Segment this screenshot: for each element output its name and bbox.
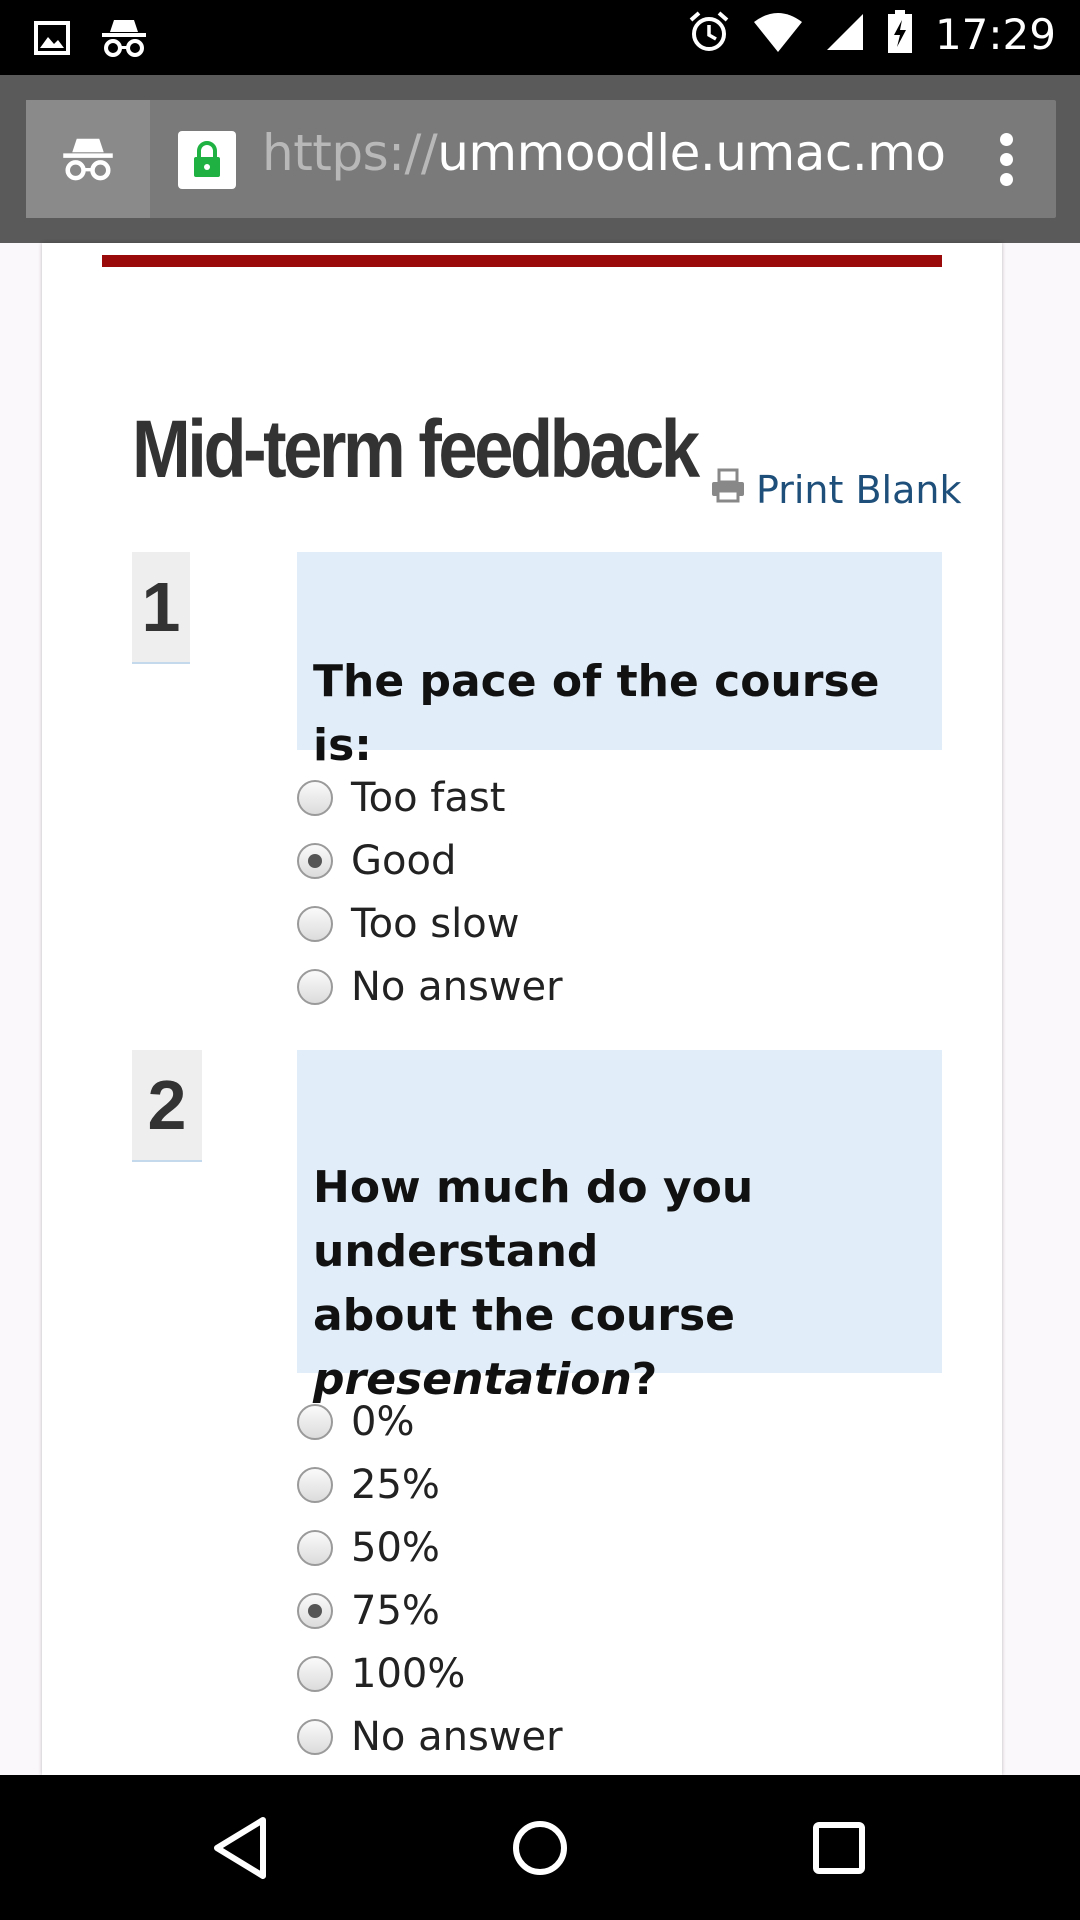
question-text-suffix: ? [631, 1354, 658, 1405]
radio-button-selected[interactable] [297, 843, 333, 879]
option-label: 75% [351, 1588, 440, 1634]
image-icon [34, 20, 70, 61]
radio-button-selected[interactable] [297, 1593, 333, 1629]
signal-icon [825, 12, 865, 57]
option-label: 25% [351, 1462, 440, 1508]
incognito-icon[interactable] [26, 100, 150, 218]
navigation-bar [0, 1775, 1080, 1920]
radio-button[interactable] [297, 1530, 333, 1566]
more-vert-icon[interactable] [1000, 133, 1014, 187]
question-text-line: about the course [313, 1290, 735, 1341]
incognito-icon [100, 18, 148, 63]
alarm-icon [687, 10, 731, 59]
radio-button[interactable] [297, 1467, 333, 1503]
radio-button[interactable] [297, 1656, 333, 1692]
radio-button[interactable] [297, 1404, 333, 1440]
recents-icon[interactable] [804, 1813, 874, 1883]
option-no-answer[interactable]: No answer [297, 1712, 563, 1762]
printer-icon [710, 467, 746, 512]
option-label: 100% [351, 1651, 466, 1697]
print-blank-label: Print Blank [756, 467, 962, 512]
option-25-percent[interactable]: 25% [297, 1460, 440, 1510]
question-text: The pace of the course is: [313, 656, 880, 771]
page-title: Mid-term feedback [132, 404, 700, 495]
option-too-fast[interactable]: Too fast [297, 773, 505, 823]
wifi-icon [753, 12, 803, 57]
battery-charging-icon [887, 10, 913, 59]
browser-toolbar: https://ummoodle.umac.mo [0, 75, 1080, 243]
status-bar: 17:29 [0, 0, 1080, 75]
home-icon[interactable] [505, 1813, 575, 1883]
question-number: 1 [132, 552, 190, 664]
question-text-box: How much do you understand about the cou… [297, 1050, 942, 1405]
option-label: No answer [351, 964, 563, 1010]
option-label: 0% [351, 1399, 415, 1445]
question-text: How much do you understand about the cou… [313, 1156, 933, 1412]
accent-bar [102, 255, 942, 267]
page-card: Mid-term feedback Print Blank 1 The pace… [42, 243, 1002, 1775]
option-75-percent[interactable]: 75% [297, 1586, 440, 1636]
radio-button[interactable] [297, 906, 333, 942]
lock-icon[interactable] [178, 131, 236, 189]
option-50-percent[interactable]: 50% [297, 1523, 440, 1573]
question-text-box: The pace of the course is: [297, 552, 942, 771]
back-icon[interactable] [206, 1813, 276, 1883]
question-number: 2 [132, 1050, 202, 1162]
url-bar[interactable]: https://ummoodle.umac.mo [26, 100, 1056, 218]
option-good[interactable]: Good [297, 836, 456, 886]
option-too-slow[interactable]: Too slow [297, 899, 519, 949]
option-no-answer[interactable]: No answer [297, 962, 563, 1012]
print-blank-link[interactable]: Print Blank [710, 467, 962, 512]
radio-button[interactable] [297, 1719, 333, 1755]
url-scheme: https:// [262, 124, 438, 182]
question-text-line: How much do you understand [313, 1162, 754, 1277]
option-label: No answer [351, 1714, 563, 1760]
option-0-percent[interactable]: 0% [297, 1397, 414, 1447]
url-host: ummoodle.umac.mo [437, 124, 946, 182]
radio-button[interactable] [297, 969, 333, 1005]
option-label: Good [351, 838, 457, 884]
option-100-percent[interactable]: 100% [297, 1649, 465, 1699]
clock: 17:29 [934, 10, 1056, 59]
radio-button[interactable] [297, 780, 333, 816]
option-label: Too fast [351, 775, 506, 821]
option-label: Too slow [351, 901, 520, 947]
url-text[interactable]: https://ummoodle.umac.mo [262, 124, 946, 182]
option-label: 50% [351, 1525, 440, 1571]
